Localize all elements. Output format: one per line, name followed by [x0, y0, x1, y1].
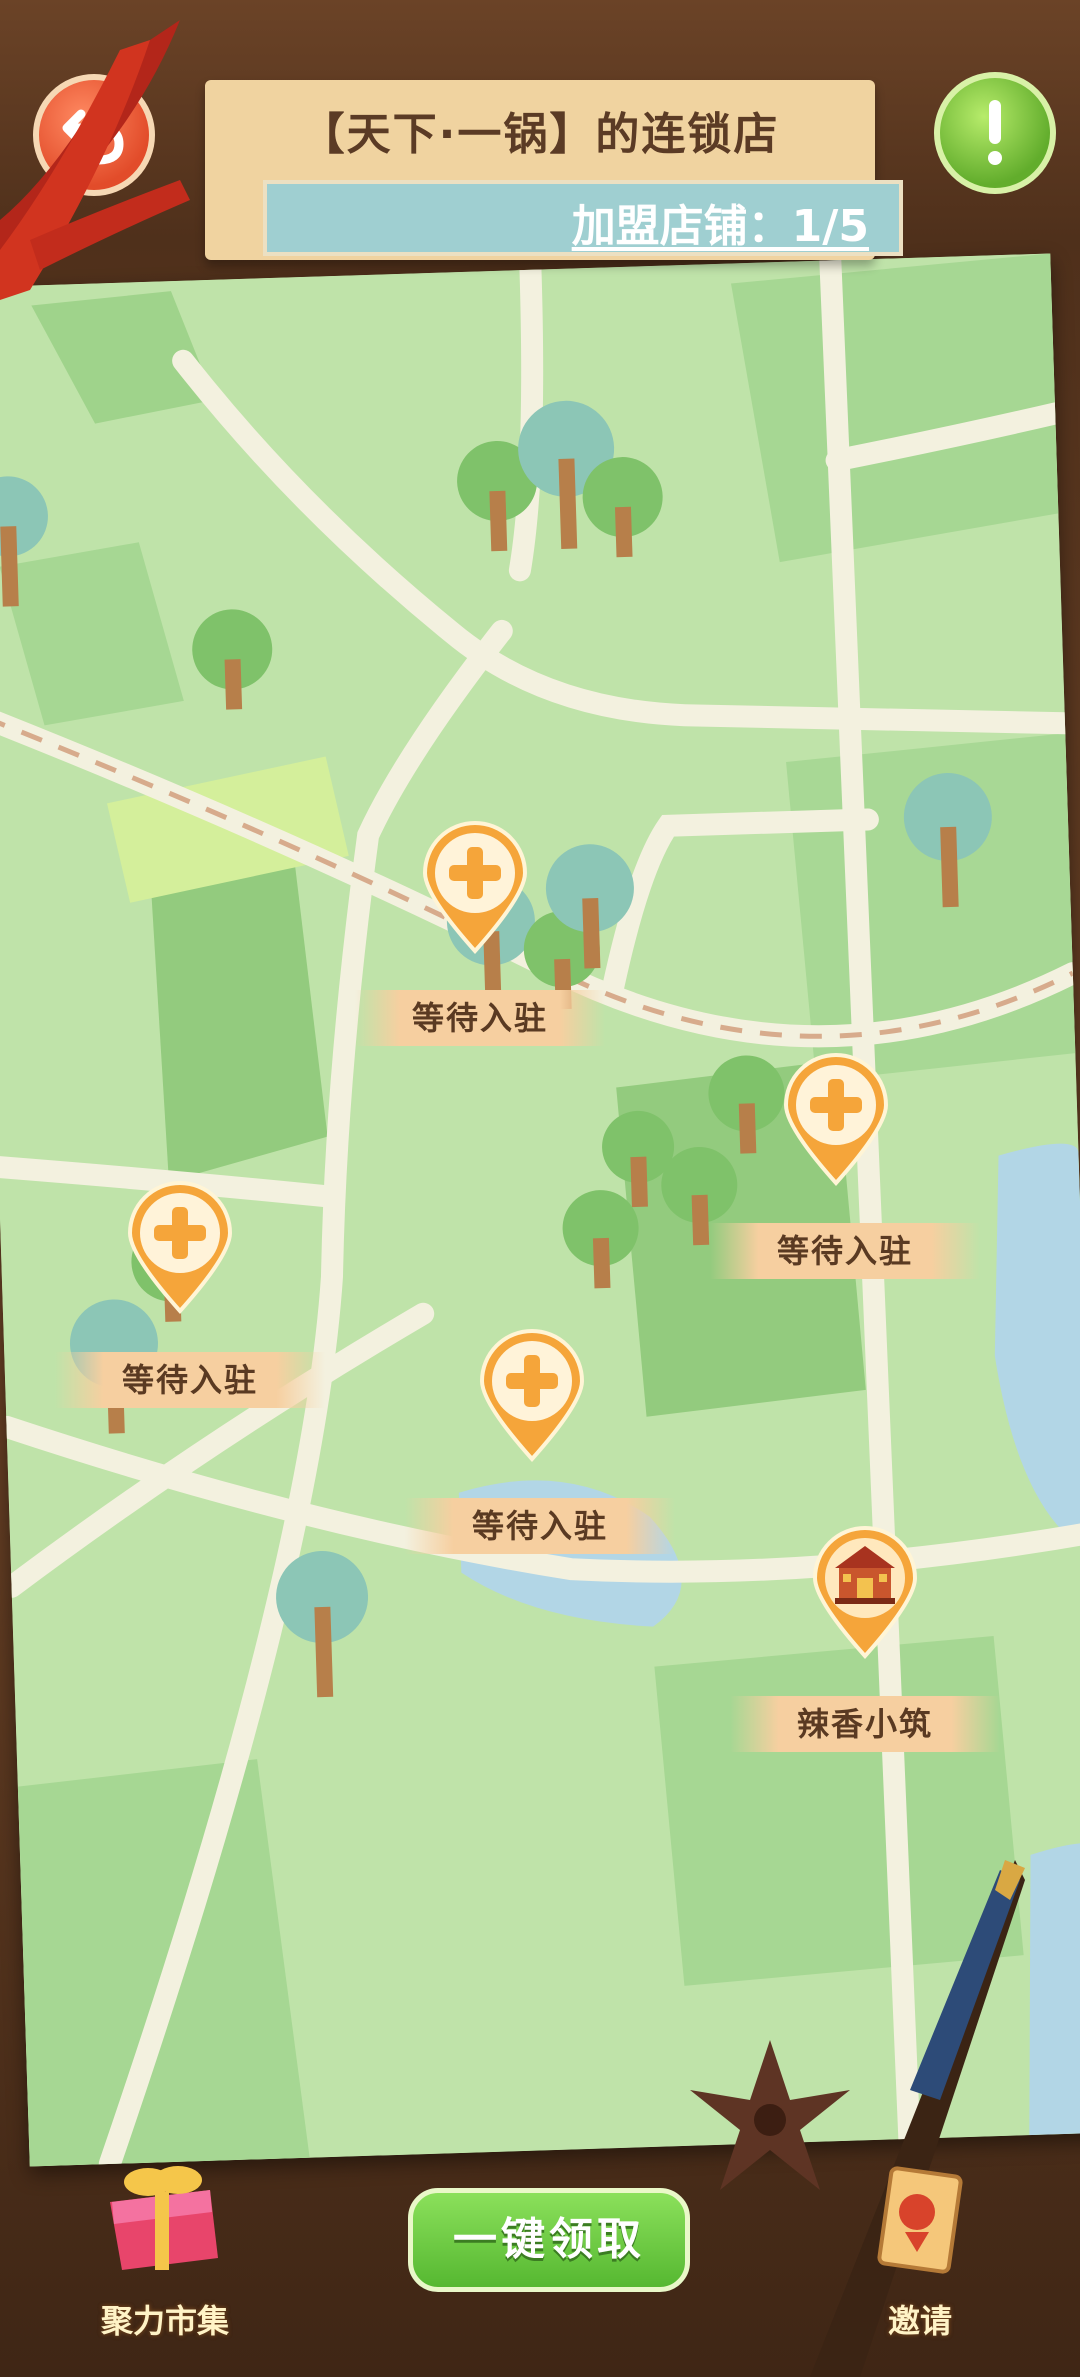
- exclamation-icon: [988, 100, 1002, 165]
- info-button[interactable]: [934, 72, 1056, 194]
- add-store-icon: [479, 1329, 585, 1463]
- store-slot-label-2: 等待入驻: [710, 1223, 980, 1279]
- invitation-letter-icon: [877, 2166, 963, 2274]
- add-store-icon: [422, 821, 528, 955]
- page-title: 【天下·一锅】的连锁店: [300, 109, 780, 160]
- market-label: 聚力市集: [100, 2302, 229, 2340]
- store-slot-pin-1[interactable]: [415, 815, 535, 955]
- collect-all-button[interactable]: 一键领取: [408, 2188, 690, 2292]
- invite-label: 邀请: [887, 2302, 952, 2340]
- store-slot-pin-3[interactable]: [120, 1175, 240, 1315]
- store-slot-pin-4[interactable]: [472, 1323, 592, 1463]
- restaurant-building-icon: [812, 1526, 918, 1660]
- store-slot-label-4: 等待入驻: [405, 1498, 675, 1554]
- chain-store-header: 【天下·一锅】的连锁店 加盟店铺：1/5: [205, 80, 903, 270]
- bottom-action-bar: 聚力市集 一键领取 邀请: [0, 2140, 1080, 2377]
- store-slot-label-3: 等待入驻: [55, 1352, 325, 1408]
- add-store-icon: [783, 1053, 889, 1187]
- franchise-count-bar: 加盟店铺：1/5: [263, 180, 903, 256]
- add-store-icon: [127, 1181, 233, 1315]
- invite-button[interactable]: 邀请: [840, 2162, 1000, 2342]
- store-slot-label-1: 等待入驻: [355, 990, 605, 1046]
- store-slot-label-5: 辣香小筑: [730, 1696, 1000, 1752]
- gift-box-icon: [110, 2166, 218, 2270]
- franchise-count: 加盟店铺：1/5: [571, 201, 869, 252]
- market-button[interactable]: 聚力市集: [85, 2162, 245, 2342]
- chili-pepper-decoration: [0, 20, 190, 300]
- store-slot-pin-2[interactable]: [776, 1047, 896, 1187]
- store-slot-pin-5[interactable]: [805, 1520, 925, 1660]
